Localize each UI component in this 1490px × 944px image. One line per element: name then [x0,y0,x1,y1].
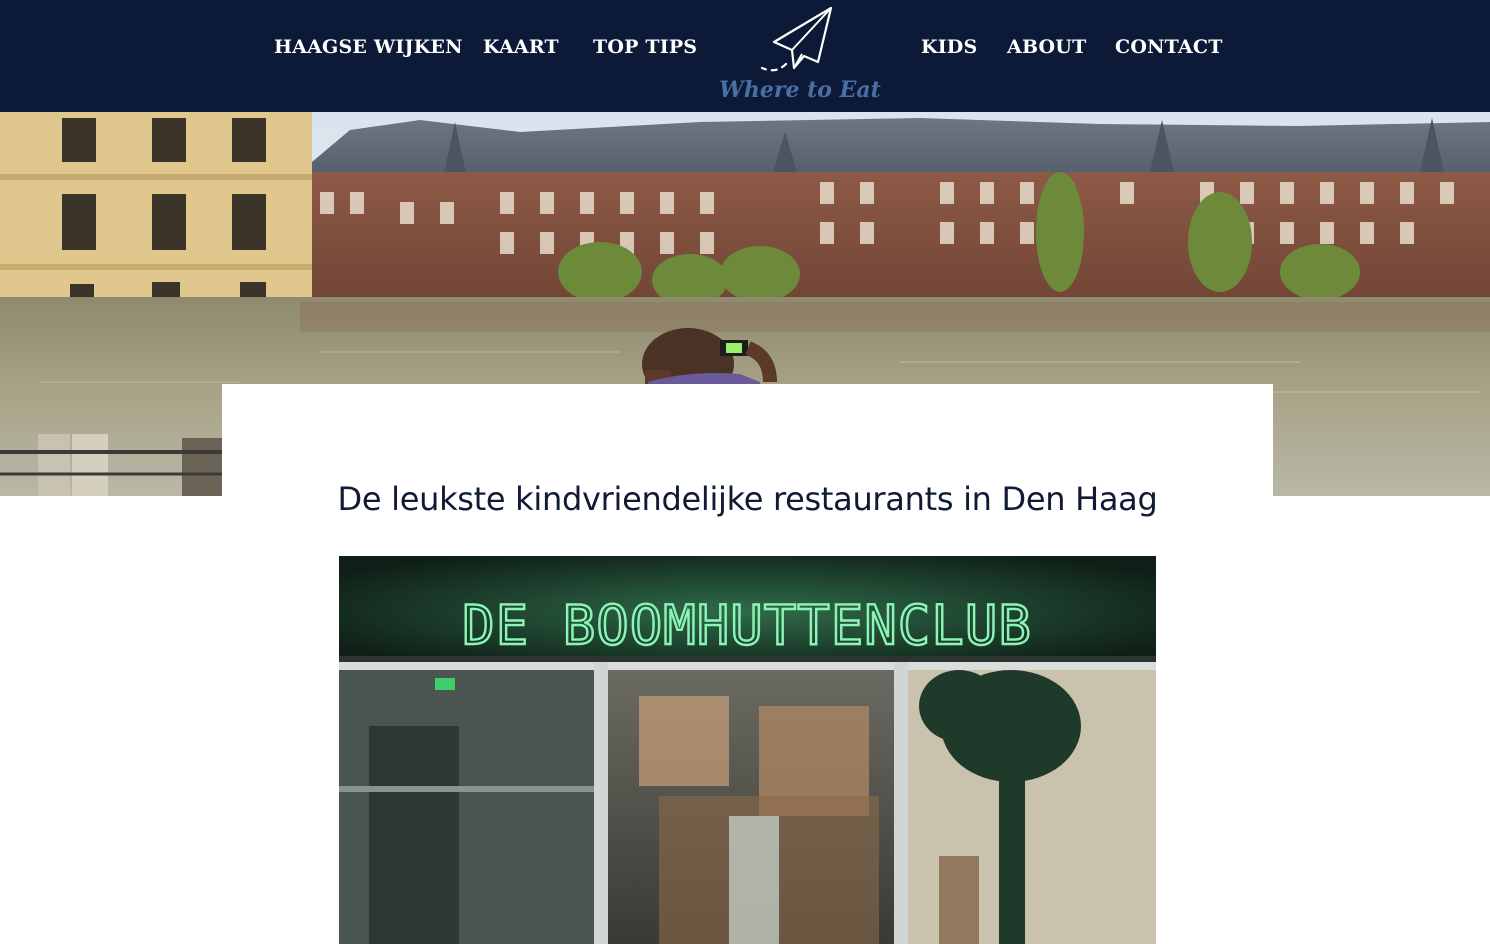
article-photo: DE BOOMHUTTENCLUB [339,556,1156,944]
nav-item-contact[interactable]: CONTACT [1115,36,1223,58]
site-logo[interactable]: Where to Eat [718,2,882,106]
nav-item-kids[interactable]: KIDS [921,36,977,58]
logo-text: Where to Eat [719,77,881,103]
paper-plane-icon: Where to Eat [719,6,881,103]
top-navigation: HAAGSE WIJKEN KAART TOP TIPS Where to Ea… [0,0,1490,112]
nav-item-kaart[interactable]: KAART [483,36,559,58]
boomhuttenclub-photo: DE BOOMHUTTENCLUB [339,556,1156,944]
nav-item-haagse-wijken[interactable]: HAAGSE WIJKEN [274,36,463,58]
article-title: De leukste kindvriendelijke restaurants … [337,480,1158,518]
nav-item-top-tips[interactable]: TOP TIPS [593,36,697,58]
neon-sign-text: DE BOOMHUTTENCLUB [462,594,1032,657]
nav-item-about[interactable]: ABOUT [1007,36,1086,58]
